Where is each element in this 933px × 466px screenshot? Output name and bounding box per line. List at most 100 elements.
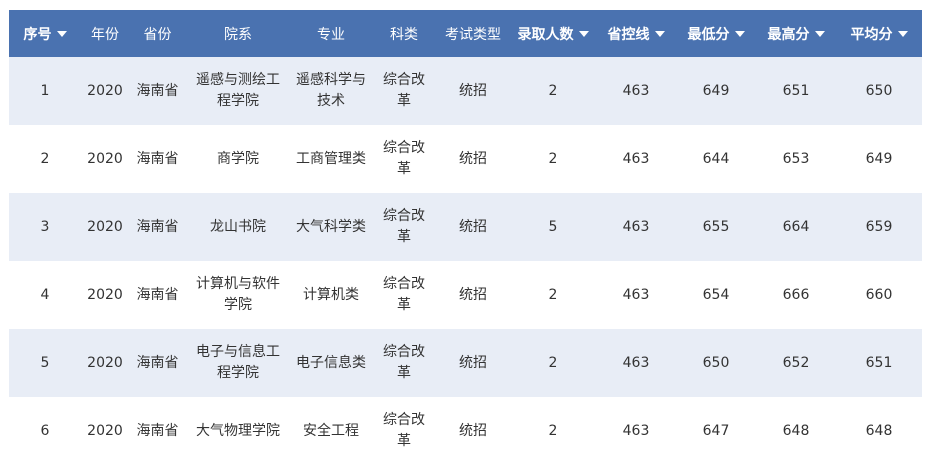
header-admitted-count-label: 录取人数 (517, 26, 574, 43)
cell-admitted-count: 2 (548, 82, 558, 99)
header-avg-score[interactable]: 平均分 (836, 10, 922, 57)
cell-max-score: 653 (782, 150, 810, 167)
cell-subject-category: 综合改革 (383, 276, 425, 313)
header-admitted-count[interactable]: 录取人数 (510, 10, 596, 57)
header-max-score-label: 最高分 (767, 26, 810, 43)
cell-year: 2020 (87, 82, 123, 99)
header-index[interactable]: 序号 (9, 10, 81, 57)
cell-control-line: 463 (622, 354, 650, 371)
header-exam-type: 考试类型 (436, 10, 510, 57)
header-subject-category-label: 科类 (390, 26, 418, 43)
cell-province: 海南省 (136, 286, 179, 303)
cell-year: 2020 (87, 150, 123, 167)
cell-index: 2 (40, 150, 50, 167)
cell-index: 3 (40, 218, 50, 235)
table-row: 5 2020 海南省 电子与信息工程学院 电子信息类 综合改革 统招 2 463 650 652 65… (9, 329, 922, 397)
header-department-label: 院系 (224, 26, 252, 43)
cell-subject-category: 综合改革 (383, 208, 425, 245)
cell-index: 6 (40, 422, 50, 439)
cell-index: 4 (40, 286, 50, 303)
cell-control-line: 463 (622, 82, 650, 99)
header-province-label: 省份 (143, 26, 172, 43)
cell-department: 电子与信息工程学院 (196, 344, 280, 381)
cell-province: 海南省 (136, 150, 179, 167)
cell-department: 龙山书院 (210, 218, 266, 235)
header-index-label: 序号 (23, 26, 52, 43)
cell-exam-type: 统招 (459, 150, 487, 167)
sort-caret-down-icon[interactable] (897, 30, 908, 37)
sort-caret-down-icon[interactable] (734, 30, 745, 37)
cell-province: 海南省 (136, 422, 179, 439)
header-max-score[interactable]: 最高分 (756, 10, 836, 57)
cell-admitted-count: 5 (548, 218, 558, 235)
cell-province: 海南省 (136, 218, 179, 235)
header-row: 序号 年份 省份 院系 专业 科类 考试类型 录取人数 省控线 最低分 最高分 平均分 (9, 10, 922, 57)
cell-control-line: 463 (622, 150, 650, 167)
cell-exam-type: 统招 (459, 286, 487, 303)
cell-major: 计算机类 (303, 286, 359, 303)
cell-subject-category: 综合改革 (383, 344, 425, 381)
sort-caret-down-icon[interactable] (814, 30, 825, 37)
sort-caret-down-icon[interactable] (578, 30, 589, 37)
cell-department: 计算机与软件学院 (196, 276, 280, 313)
cell-department: 商学院 (217, 150, 259, 167)
cell-min-score: 644 (702, 150, 730, 167)
cell-major: 大气科学类 (296, 218, 366, 235)
cell-avg-score: 649 (865, 150, 893, 167)
cell-year: 2020 (87, 218, 123, 235)
cell-admitted-count: 2 (548, 354, 558, 371)
cell-max-score: 648 (782, 422, 810, 439)
header-year-label: 年份 (91, 26, 119, 43)
cell-department: 大气物理学院 (196, 422, 280, 439)
cell-control-line: 463 (622, 218, 650, 235)
cell-min-score: 649 (702, 82, 730, 99)
header-min-score-label: 最低分 (687, 26, 730, 43)
cell-min-score: 655 (702, 218, 730, 235)
cell-admitted-count: 2 (548, 286, 558, 303)
cell-major: 电子信息类 (296, 354, 366, 371)
cell-major: 工商管理类 (296, 150, 366, 167)
table-row: 2 2020 海南省 商学院 工商管理类 综合改革 统招 2 463 644 653 649 (9, 125, 922, 193)
cell-max-score: 664 (782, 218, 810, 235)
cell-province: 海南省 (136, 82, 179, 99)
cell-department: 遥感与测绘工程学院 (196, 72, 280, 109)
cell-min-score: 650 (702, 354, 730, 371)
table-body: 1 2020 海南省 遥感与测绘工程学院 遥感科学与技术 综合改革 统招 2 463 649 651… (9, 57, 922, 465)
header-major-label: 专业 (317, 26, 345, 43)
header-control-line-label: 省控线 (607, 26, 650, 43)
cell-year: 2020 (87, 354, 123, 371)
cell-control-line: 463 (622, 286, 650, 303)
table-row: 6 2020 海南省 大气物理学院 安全工程 综合改革 统招 2 463 647 648 648 (9, 397, 922, 465)
admission-scores-table: 序号 年份 省份 院系 专业 科类 考试类型 录取人数 省控线 最低分 最高分 平均分 1 2020 海南… (9, 10, 922, 465)
cell-major: 安全工程 (303, 422, 359, 439)
table-row: 1 2020 海南省 遥感与测绘工程学院 遥感科学与技术 综合改革 统招 2 463 649 651… (9, 57, 922, 125)
header-exam-type-label: 考试类型 (445, 26, 501, 43)
header-year: 年份 (81, 10, 129, 57)
cell-year: 2020 (87, 286, 123, 303)
cell-avg-score: 650 (865, 82, 893, 99)
cell-avg-score: 651 (865, 354, 893, 371)
cell-max-score: 651 (782, 82, 810, 99)
cell-avg-score: 648 (865, 422, 893, 439)
cell-year: 2020 (87, 422, 123, 439)
header-department: 院系 (186, 10, 290, 57)
cell-index: 5 (40, 354, 50, 371)
cell-max-score: 666 (782, 286, 810, 303)
table-row: 3 2020 海南省 龙山书院 大气科学类 综合改革 统招 5 463 655 664 659 (9, 193, 922, 261)
cell-exam-type: 统招 (459, 82, 487, 99)
cell-min-score: 654 (702, 286, 730, 303)
sort-caret-down-icon[interactable] (654, 30, 665, 37)
cell-avg-score: 659 (865, 218, 893, 235)
cell-exam-type: 统招 (459, 218, 487, 235)
cell-admitted-count: 2 (548, 150, 558, 167)
header-province: 省份 (129, 10, 186, 57)
cell-min-score: 647 (702, 422, 730, 439)
header-major: 专业 (290, 10, 372, 57)
admission-scores-table-container: 序号 年份 省份 院系 专业 科类 考试类型 录取人数 省控线 最低分 最高分 平均分 1 2020 海南… (9, 10, 922, 465)
cell-avg-score: 660 (865, 286, 893, 303)
sort-caret-down-icon[interactable] (56, 30, 67, 37)
header-min-score[interactable]: 最低分 (676, 10, 756, 57)
cell-admitted-count: 2 (548, 422, 558, 439)
header-control-line[interactable]: 省控线 (596, 10, 676, 57)
cell-control-line: 463 (622, 422, 650, 439)
